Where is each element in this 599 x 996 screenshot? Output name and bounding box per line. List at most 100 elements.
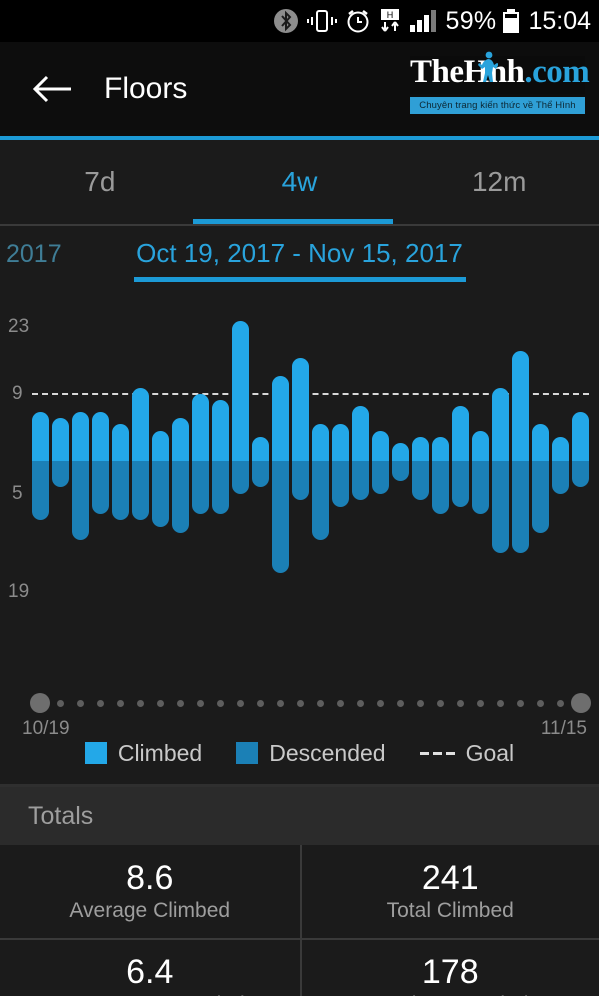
bar-11-09[interactable] [452,288,470,688]
bar-11-07[interactable] [412,288,430,688]
y-axis-label-goal: 9 [12,383,23,404]
hspa-data-icon: H [378,8,402,34]
climbed-segment [372,430,390,461]
bar-10-19[interactable] [31,288,49,688]
climbed-segment [231,321,249,461]
descended-segment [372,461,390,494]
bar-11-12[interactable] [512,288,530,688]
descended-segment [251,461,269,488]
bar-10-29[interactable] [231,288,249,688]
chart-legend: Climbed Descended Goal [0,722,599,784]
average-descended-label: Average Descended [55,993,245,996]
bar-10-23[interactable] [111,288,129,688]
bar-11-15[interactable] [572,288,590,688]
climbed-segment [31,412,49,461]
day-dot [557,700,565,707]
climbed-segment [472,430,490,461]
bar-11-05[interactable] [372,288,390,688]
day-dot [537,700,545,707]
bar-10-24[interactable] [131,288,149,688]
logo-tagline: Chuyên trang kiến thức về Thể Hình [410,97,585,114]
descended-segment [291,461,309,501]
total-descended-label: Total Descended [372,993,528,996]
legend-swatch-descended [236,742,259,764]
descended-segment [392,461,410,481]
back-button[interactable] [28,65,76,113]
battery-icon [503,9,520,33]
descended-segment [31,461,49,521]
page-title: Floors [104,72,188,105]
climbed-segment [452,406,470,461]
period-tabs: 7d 4w 12m [0,140,599,224]
day-dot-endpoint [30,693,51,713]
bar-10-21[interactable] [71,288,89,688]
descended-segment [512,461,530,554]
bar-11-08[interactable] [432,288,450,688]
day-dot [196,700,204,707]
descended-segment [171,461,189,534]
day-dot [517,700,525,707]
descended-segment [552,461,570,494]
descended-segment [472,461,490,514]
bar-10-22[interactable] [91,288,109,688]
day-dot [397,700,405,707]
floors-chart[interactable]: 23 9 5 19 [0,288,599,688]
total-climbed-value: 241 [421,858,479,897]
bar-10-27[interactable] [191,288,209,688]
climbed-segment [211,400,229,461]
day-dot [377,700,385,707]
totals-cell-average-climbed: 8.6 Average Climbed [0,845,300,938]
legend-item-goal: Goal [419,740,514,767]
legend-swatch-climbed [84,742,107,764]
site-logo: TheHnh.com Chuyên trang kiến thức về Thể… [410,51,590,114]
total-descended-value: 178 [421,952,479,991]
bar-10-28[interactable] [211,288,229,688]
bar-11-02[interactable] [312,288,330,688]
descended-segment [271,461,289,573]
bar-11-13[interactable] [532,288,550,688]
bar-10-31[interactable] [271,288,289,688]
climbed-segment [352,406,370,461]
climbed-segment [512,351,530,461]
back-arrow-icon [32,75,71,103]
bar-11-14[interactable] [552,288,570,688]
totals-grid: 8.6 Average Climbed 241 Total Climbed 6.… [0,845,599,996]
day-dot [116,700,124,707]
legend-label-descended: Descended [269,739,386,766]
bar-11-04[interactable] [352,288,370,688]
date-range-label[interactable]: Oct 19, 2017 - Nov 15, 2017 [0,238,599,269]
day-dot-endpoint [570,693,591,713]
climbed-segment [291,357,309,461]
bar-11-06[interactable] [392,288,410,688]
totals-header-label: Totals [28,801,94,830]
climbed-segment [51,418,69,461]
climbed-segment [131,387,149,461]
day-dot [417,700,425,707]
climbed-segment [332,424,350,461]
climbed-segment [251,436,269,461]
day-dot [216,700,224,707]
bar-10-25[interactable] [151,288,169,688]
svg-text:H: H [386,10,393,20]
bar-10-26[interactable] [171,288,189,688]
bar-11-01[interactable] [291,288,309,688]
day-dot-scale: 10/19 11/15 [0,688,599,739]
tab-4w[interactable]: 4w [200,140,400,224]
legend-item-climbed: Climbed [84,740,202,767]
bar-10-30[interactable] [251,288,269,688]
day-dot [317,700,325,707]
signal-icon [409,8,439,34]
bar-11-10[interactable] [472,288,490,688]
bar-11-11[interactable] [492,288,510,688]
totals-header: Totals [0,787,599,845]
descended-segment [492,461,510,554]
bar-11-03[interactable] [332,288,350,688]
tab-12m[interactable]: 12m [399,140,599,224]
total-climbed-label: Total Climbed [386,898,514,922]
tab-7d[interactable]: 7d [0,140,200,224]
day-dot [156,700,164,707]
status-bar: H 59% 15:04 [0,0,599,42]
climbed-segment [191,394,209,461]
day-dot [437,700,445,707]
bar-10-20[interactable] [51,288,69,688]
